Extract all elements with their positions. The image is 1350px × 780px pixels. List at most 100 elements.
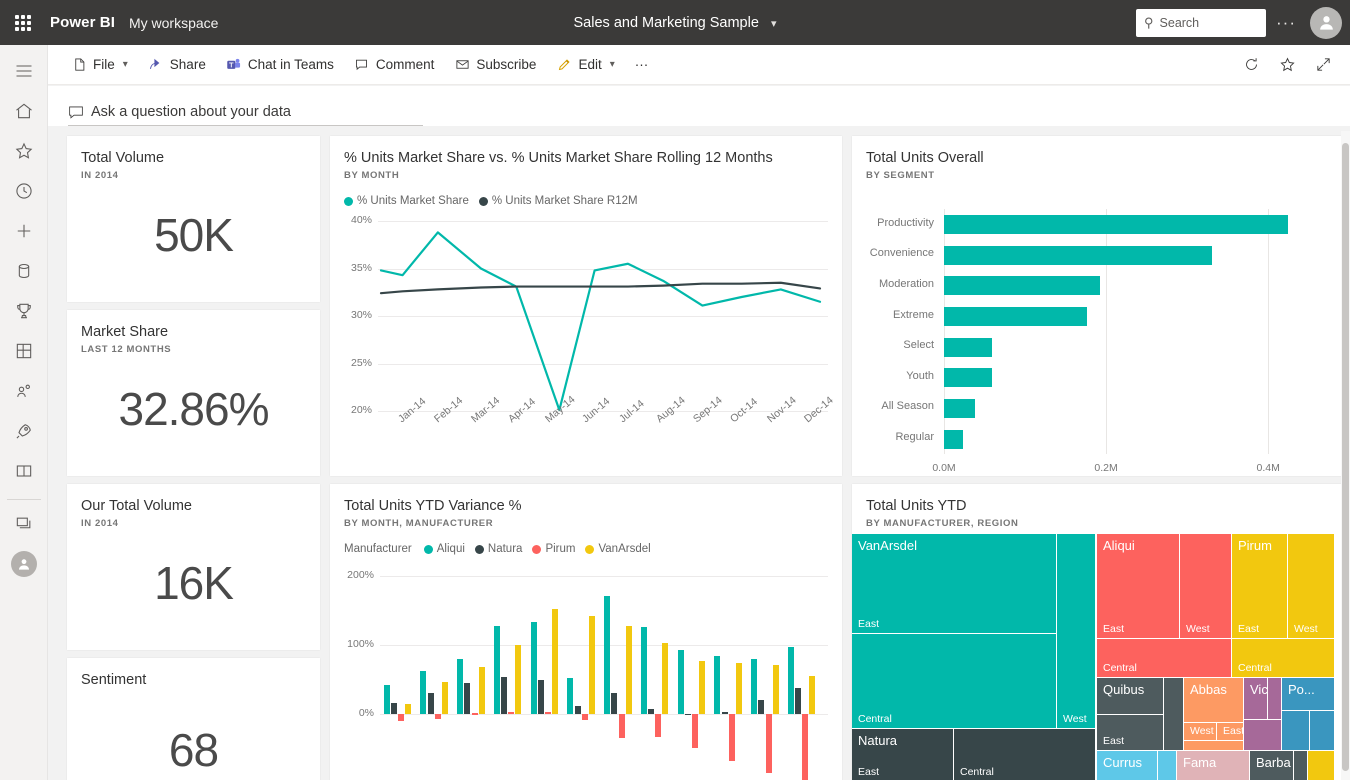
bar[interactable] — [944, 215, 1289, 235]
bar[interactable] — [944, 245, 1213, 265]
edit-button[interactable]: Edit ▾ — [547, 49, 623, 81]
treemap-node[interactable]: Aliqui East — [1097, 534, 1179, 638]
tile-total-units-overall[interactable]: Total Units Overall BY SEGMENT 0.0M 0.2M 0… — [852, 136, 1350, 476]
treemap-node[interactable]: West — [1184, 723, 1216, 740]
tile-total-units-ytd-treemap[interactable]: Total Units YTD BY MANUFACTURER, REGION … — [852, 484, 1350, 780]
fullscreen-icon[interactable] — [1308, 50, 1338, 80]
bar[interactable] — [625, 626, 632, 715]
treemap-node[interactable] — [1308, 751, 1334, 780]
sidebar-item-account[interactable] — [0, 544, 48, 584]
share-button[interactable]: Share — [139, 49, 215, 81]
report-title-button[interactable]: Sales and Marketing Sample ▾ — [574, 15, 777, 31]
tile-market-share-line-chart[interactable]: % Units Market Share vs. % Units Market … — [330, 136, 842, 476]
bar[interactable] — [478, 667, 485, 715]
sidebar-item-home[interactable] — [0, 91, 48, 131]
bar[interactable] — [457, 658, 464, 715]
bar[interactable] — [751, 659, 758, 715]
bar[interactable] — [464, 682, 471, 715]
bar[interactable] — [765, 714, 772, 773]
bar[interactable] — [567, 677, 574, 715]
treemap-node[interactable]: Abbas — [1184, 678, 1243, 722]
treemap-node[interactable] — [1268, 678, 1281, 719]
canvas-scrollbar[interactable] — [1341, 131, 1350, 780]
favorite-star-icon[interactable] — [1272, 50, 1302, 80]
sidebar-item-recent[interactable] — [0, 171, 48, 211]
comment-button[interactable]: Comment — [345, 49, 444, 81]
subscribe-button[interactable]: Subscribe — [445, 49, 545, 81]
treemap-plot[interactable]: VanArsdel East Central West Natura East Centra… — [852, 534, 1335, 780]
workspace-breadcrumb[interactable]: My workspace — [129, 15, 218, 31]
treemap-node[interactable]: Central — [954, 729, 1095, 780]
treemap-node[interactable] — [1158, 751, 1176, 780]
treemap-node[interactable]: Vict... — [1244, 678, 1267, 719]
bar[interactable] — [398, 714, 405, 721]
treemap-node[interactable]: Currus — [1097, 751, 1157, 780]
treemap-node[interactable]: Central — [1097, 639, 1231, 677]
bar[interactable] — [944, 337, 992, 357]
bar[interactable] — [552, 608, 559, 715]
treemap-node[interactable]: VanArsdel East — [852, 534, 1056, 633]
bar[interactable] — [427, 693, 434, 715]
bar[interactable] — [545, 711, 552, 715]
bar[interactable] — [692, 714, 699, 748]
bar[interactable] — [684, 713, 691, 716]
bar[interactable] — [390, 703, 397, 715]
canvas-scrollbar-thumb[interactable] — [1342, 143, 1349, 771]
bar[interactable] — [588, 616, 595, 715]
treemap-node[interactable]: Central — [852, 634, 1056, 728]
bar[interactable] — [714, 655, 721, 715]
treemap-node[interactable]: Natura East — [852, 729, 953, 780]
bar[interactable] — [787, 647, 794, 715]
treemap-node[interactable]: Barba — [1250, 751, 1293, 780]
bar[interactable] — [944, 398, 975, 418]
qna-input[interactable]: Ask a question about your data — [68, 104, 423, 126]
bar[interactable] — [809, 675, 816, 715]
treemap-node[interactable] — [1164, 678, 1183, 750]
bar[interactable] — [515, 644, 522, 715]
bar[interactable] — [655, 714, 662, 738]
sidebar-item-deployment[interactable] — [0, 411, 48, 451]
sidebar-item-shared[interactable] — [0, 371, 48, 411]
bar[interactable] — [944, 276, 1100, 296]
user-avatar[interactable] — [1310, 6, 1342, 39]
sidebar-item-goals[interactable] — [0, 291, 48, 331]
hbar-chart-plot[interactable]: 0.0M 0.2M 0.4M Productivity Convenience Moder… — [866, 203, 1349, 488]
bar[interactable] — [721, 712, 728, 715]
app-launcher-waffle-icon[interactable] — [0, 0, 46, 45]
line-chart-plot[interactable]: 20% 25% 30% 35% 40% Jan-14 Feb-14 Mar-14 Apr-14 M… — [344, 213, 835, 457]
tile-our-total-volume[interactable]: Our Total Volume IN 2014 16K — [67, 484, 320, 650]
bar[interactable] — [420, 670, 427, 715]
sidebar-item-workspaces[interactable] — [0, 504, 48, 544]
bar[interactable] — [662, 643, 669, 715]
bar[interactable] — [493, 626, 500, 715]
bar[interactable] — [802, 714, 809, 780]
bar[interactable] — [537, 679, 544, 715]
treemap-node[interactable]: West — [1180, 534, 1231, 638]
treemap-node[interactable]: Pirum East — [1232, 534, 1287, 638]
sidebar-item-datahub[interactable] — [0, 251, 48, 291]
bar[interactable] — [405, 704, 412, 715]
treemap-node[interactable]: West — [1288, 534, 1334, 638]
treemap-node[interactable]: Quibus — [1097, 678, 1163, 714]
bar[interactable] — [699, 661, 706, 715]
treemap-node[interactable]: West — [1057, 534, 1095, 728]
bar[interactable] — [944, 429, 963, 449]
sidebar-item-hamburger-menu[interactable] — [0, 51, 48, 91]
treemap-node[interactable] — [1244, 720, 1281, 750]
bar[interactable] — [772, 664, 779, 715]
bar[interactable] — [795, 688, 802, 715]
bar[interactable] — [508, 712, 515, 715]
bar[interactable] — [728, 714, 735, 762]
bar[interactable] — [574, 706, 581, 715]
bar[interactable] — [677, 650, 684, 715]
powerbi-brand-label[interactable]: Power BI — [50, 14, 115, 31]
header-more-options-button[interactable]: ··· — [1266, 13, 1306, 33]
bar[interactable] — [944, 368, 992, 388]
file-menu-button[interactable]: File ▾ — [62, 49, 137, 81]
treemap-node[interactable] — [1294, 751, 1307, 780]
sidebar-item-create[interactable] — [0, 211, 48, 251]
bar[interactable] — [758, 699, 765, 715]
treemap-node[interactable] — [1310, 711, 1334, 750]
bar[interactable] — [648, 708, 655, 715]
bar[interactable] — [501, 677, 508, 715]
